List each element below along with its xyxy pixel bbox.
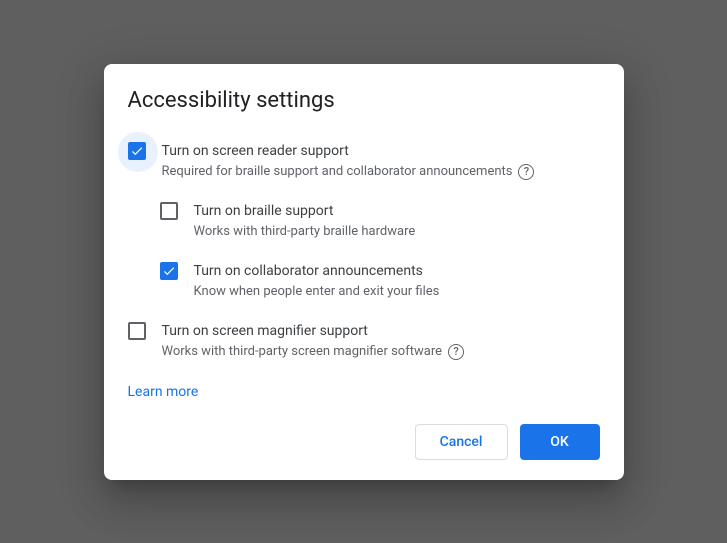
- checkmark-icon: [130, 144, 144, 158]
- option-text: Turn on screen magnifier support Works w…: [162, 321, 600, 361]
- learn-more-link[interactable]: Learn more: [128, 384, 199, 400]
- braille-checkbox[interactable]: [160, 202, 178, 220]
- option-braille: Turn on braille support Works with third…: [160, 201, 600, 241]
- checkbox-wrap: [128, 322, 148, 342]
- ok-button[interactable]: OK: [520, 424, 600, 460]
- option-label: Turn on collaborator announcements: [194, 261, 600, 281]
- checkbox-wrap: [128, 142, 148, 162]
- option-label: Turn on screen magnifier support: [162, 321, 600, 341]
- screen-reader-checkbox[interactable]: [128, 142, 146, 160]
- option-label: Turn on screen reader support: [162, 141, 600, 161]
- option-text: Turn on collaborator announcements Know …: [194, 261, 600, 301]
- option-label: Turn on braille support: [194, 201, 600, 221]
- dialog-actions: Cancel OK: [128, 424, 600, 460]
- desc-text: Know when people enter and exit your fil…: [194, 283, 440, 301]
- cancel-button[interactable]: Cancel: [415, 424, 508, 460]
- option-text: Turn on screen reader support Required f…: [162, 141, 600, 181]
- magnifier-checkbox[interactable]: [128, 322, 146, 340]
- desc-text: Required for braille support and collabo…: [162, 163, 513, 181]
- option-desc: Works with third-party screen magnifier …: [162, 343, 600, 361]
- desc-text: Works with third-party braille hardware: [194, 223, 416, 241]
- collaborator-checkbox[interactable]: [160, 262, 178, 280]
- option-screen-reader: Turn on screen reader support Required f…: [128, 141, 600, 181]
- desc-text: Works with third-party screen magnifier …: [162, 343, 443, 361]
- checkmark-icon: [162, 264, 176, 278]
- option-desc: Know when people enter and exit your fil…: [194, 283, 600, 301]
- checkbox-wrap: [160, 202, 180, 222]
- label-text: Turn on collaborator announcements: [194, 261, 423, 281]
- dialog-title: Accessibility settings: [128, 88, 600, 113]
- help-icon[interactable]: ?: [518, 164, 534, 180]
- accessibility-settings-dialog: Accessibility settings Turn on screen re…: [104, 64, 624, 480]
- label-text: Turn on braille support: [194, 201, 334, 221]
- option-collaborator: Turn on collaborator announcements Know …: [160, 261, 600, 301]
- option-text: Turn on braille support Works with third…: [194, 201, 600, 241]
- help-icon[interactable]: ?: [448, 344, 464, 360]
- option-desc: Works with third-party braille hardware: [194, 223, 600, 241]
- label-text: Turn on screen magnifier support: [162, 321, 368, 341]
- option-desc: Required for braille support and collabo…: [162, 163, 600, 181]
- option-magnifier: Turn on screen magnifier support Works w…: [128, 321, 600, 361]
- checkbox-wrap: [160, 262, 180, 282]
- label-text: Turn on screen reader support: [162, 141, 349, 161]
